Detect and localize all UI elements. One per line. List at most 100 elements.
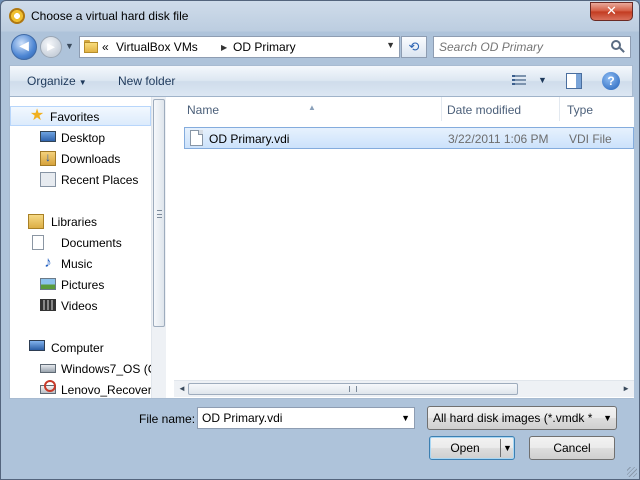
nav-item-libraries[interactable]: Libraries (10, 212, 151, 232)
search-input[interactable] (439, 39, 599, 55)
desktop-icon (40, 131, 56, 142)
file-name: OD Primary.vdi (209, 132, 290, 146)
file-list-horizontal-scrollbar[interactable]: ◄ ► (174, 380, 634, 397)
nav-item-recent-places[interactable]: Recent Places (10, 170, 151, 190)
nav-item-windows7-os[interactable]: Windows7_OS (C:) (10, 359, 151, 379)
window-title: Choose a virtual hard disk file (31, 9, 189, 23)
close-button[interactable]: ✕ (590, 2, 633, 21)
breadcrumb-overflow[interactable]: « (102, 40, 109, 54)
split-divider (500, 439, 501, 457)
downloads-icon (40, 150, 56, 166)
address-bar[interactable]: « VirtualBox VMs ▶ OD Primary ▼ (79, 36, 400, 58)
breadcrumb-separator[interactable]: ▶ (221, 43, 227, 52)
view-options-dropdown[interactable]: ▼ (538, 75, 547, 85)
nav-item-label: Music (61, 257, 93, 271)
help-icon[interactable]: ? (602, 72, 620, 90)
dialog-footer: File name: OD Primary.vdi ▼ All hard dis… (9, 399, 633, 473)
videos-icon (40, 299, 56, 311)
column-header-label: Name (187, 103, 220, 117)
preview-pane-icon[interactable] (566, 73, 582, 89)
scroll-left-arrow[interactable]: ◄ (178, 384, 186, 393)
resize-grip[interactable] (627, 467, 637, 477)
nav-item-label: Libraries (51, 215, 98, 229)
star-icon: ★ (29, 107, 45, 124)
computer-icon (29, 340, 45, 351)
navigation-tree: ★ Favorites Desktop Downloads Recent Pla… (10, 97, 151, 397)
nav-item-favorites[interactable]: ★ Favorites (10, 106, 151, 126)
chevron-down-icon: ▼ (603, 413, 612, 423)
nav-item-label: Videos (61, 299, 98, 313)
open-options-dropdown[interactable]: ▼ (503, 437, 512, 459)
libraries-icon (28, 214, 44, 229)
music-icon: ♪ (44, 254, 52, 271)
address-history-dropdown[interactable]: ▼ (386, 40, 395, 50)
navigation-pane: ★ Favorites Desktop Downloads Recent Pla… (10, 97, 166, 398)
navigation-pane-scrollbar[interactable] (151, 97, 166, 398)
search-icon[interactable] (611, 40, 625, 54)
nav-item-downloads[interactable]: Downloads (10, 149, 151, 169)
documents-icon (32, 235, 44, 250)
nav-item-pictures[interactable]: Pictures (10, 275, 151, 295)
open-button-label: Open (450, 441, 480, 455)
nav-item-label: Lenovo_Recovery (D:) (61, 383, 151, 397)
back-button[interactable]: ◄ (11, 34, 37, 60)
column-header-date-modified[interactable]: Date modified (442, 97, 560, 121)
file-type-filter-value: All hard disk images (*.vmdk *.vdi *.vhd… (433, 411, 593, 425)
file-name-label: File name: (139, 412, 196, 426)
change-view-icon[interactable] (512, 75, 526, 87)
file-name-field[interactable]: OD Primary.vdi (202, 411, 282, 425)
nav-item-label: Downloads (61, 152, 121, 166)
nav-item-lenovo-recovery[interactable]: Lenovo_Recovery (D:) (10, 380, 151, 397)
file-type: VDI File (569, 132, 612, 146)
file-date-modified: 3/22/2011 1:06 PM (448, 132, 549, 146)
folder-icon (84, 40, 98, 53)
file-row[interactable]: OD Primary.vdi 3/22/2011 1:06 PM VDI Fil… (184, 127, 634, 149)
file-list-pane: Name ▲ Date modified Type OD Primary.vdi… (174, 97, 634, 398)
refresh-button[interactable]: ⟲ (401, 36, 427, 58)
command-toolbar: Organize ▼ New folder ▼ ? (9, 65, 633, 97)
column-header-type[interactable]: Type (560, 97, 634, 121)
recovery-drive-icon (40, 380, 56, 394)
virtualbox-app-icon (9, 8, 25, 24)
cancel-button[interactable]: Cancel (529, 436, 615, 460)
nav-item-label: Recent Places (61, 173, 139, 187)
sort-ascending-icon: ▲ (308, 103, 316, 112)
browser-content: ★ Favorites Desktop Downloads Recent Pla… (9, 97, 634, 399)
nav-item-desktop[interactable]: Desktop (10, 128, 151, 148)
nav-item-music[interactable]: ♪ Music (10, 254, 151, 274)
nav-item-computer[interactable]: Computer (10, 338, 151, 358)
search-box[interactable] (433, 36, 631, 58)
open-button[interactable]: Open ▼ (429, 436, 515, 460)
breadcrumb-item-virtualbox-vms[interactable]: VirtualBox VMs (116, 40, 198, 54)
column-header-name[interactable]: Name ▲ (174, 97, 442, 121)
organize-button[interactable]: Organize ▼ (27, 74, 87, 88)
pictures-icon (40, 278, 56, 290)
recent-places-icon (40, 172, 56, 187)
breadcrumb-item-od-primary[interactable]: OD Primary (233, 40, 296, 54)
nav-item-label: Favorites (50, 110, 100, 124)
column-header-label: Date modified (447, 103, 522, 117)
nav-item-label: Windows7_OS (C:) (61, 362, 151, 376)
scroll-right-arrow[interactable]: ► (622, 384, 630, 393)
recent-locations-dropdown[interactable]: ▼ (65, 41, 74, 51)
file-icon (190, 130, 203, 146)
nav-item-documents[interactable]: Documents (10, 233, 151, 253)
nav-item-videos[interactable]: Videos (10, 296, 151, 316)
file-name-combobox[interactable]: OD Primary.vdi ▼ (197, 407, 415, 429)
chevron-down-icon: ▼ (78, 78, 87, 87)
title-bar[interactable]: Choose a virtual hard disk file ✕ (1, 1, 639, 31)
drive-icon (40, 364, 56, 373)
file-type-filter-select[interactable]: All hard disk images (*.vmdk *.vdi *.vhd… (427, 406, 617, 430)
navigation-bar: ◄ ► ▼ « VirtualBox VMs ▶ OD Primary ▼ ⟲ (9, 32, 631, 62)
file-name-dropdown[interactable]: ▼ (401, 413, 410, 423)
new-folder-button[interactable]: New folder (118, 74, 175, 88)
forward-button[interactable]: ► (40, 36, 62, 58)
column-header-label: Type (567, 103, 594, 117)
nav-item-label: Pictures (61, 278, 105, 292)
nav-item-label: Desktop (61, 131, 106, 145)
nav-item-label: Computer (51, 341, 104, 355)
scrollbar-thumb[interactable] (153, 99, 165, 327)
nav-item-label: Documents (61, 236, 122, 250)
scrollbar-thumb[interactable] (188, 383, 518, 395)
organize-label: Organize (27, 74, 76, 88)
